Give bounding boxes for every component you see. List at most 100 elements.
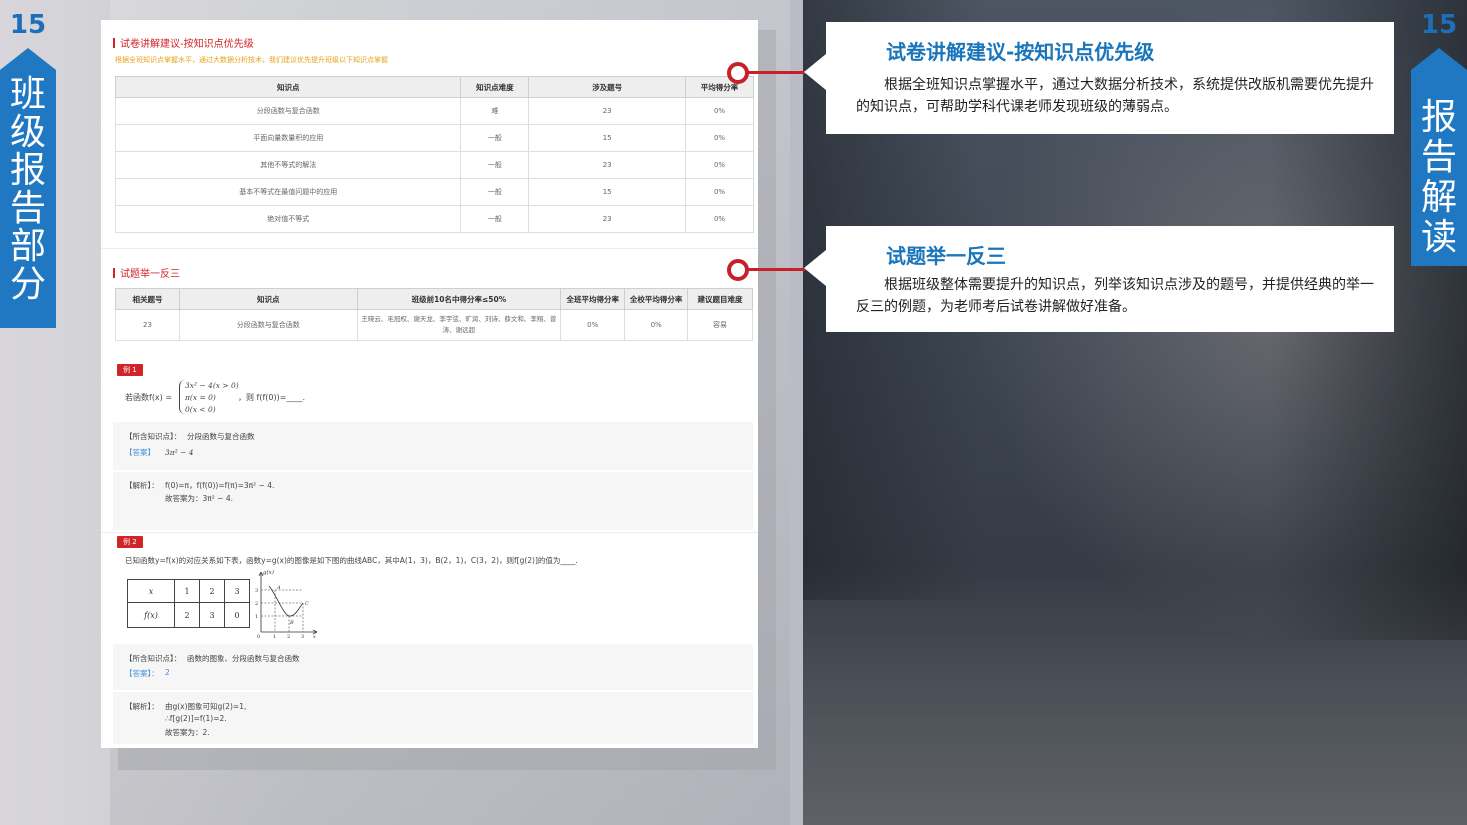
- section1-title: 试卷讲解建议-按知识点优先级: [113, 35, 254, 50]
- example2-tag: 例 2: [117, 536, 143, 548]
- table-header-row: 相关题号 知识点 班级前10名中得分率≤50% 全班平均得分率 全校平均得分率 …: [115, 288, 753, 310]
- callout-arrow: [804, 54, 826, 90]
- table-cell: 0%: [624, 309, 689, 341]
- analysis-line: f(0)=π，f(f(0))=f(π)=3π² − 4.: [165, 481, 275, 490]
- callout-similar-questions: 试题举一反三 根据班级整体需要提升的知识点，列举该知识点涉及的题号，并提供经典的…: [804, 226, 1394, 332]
- table-cell: 23: [528, 151, 687, 179]
- table-cell: 1: [174, 579, 200, 603]
- table-row: 基本不等式在最值问题中的应用 一般 15 0%: [114, 178, 754, 206]
- column-header: 相关题号: [115, 288, 180, 310]
- section2-title: 试题举一反三: [113, 265, 180, 280]
- graph-label: 2: [287, 634, 290, 640]
- table-row: 平面向量数量积的应用 一般 15 0%: [114, 124, 754, 152]
- table-cell: 0%: [560, 309, 626, 341]
- table-cell: 难: [460, 97, 530, 125]
- analysis-line: ∴f[g(2)]=f(1)=2.: [165, 714, 227, 723]
- callout1-marker: [727, 62, 749, 84]
- ribbon-char: 告: [9, 188, 46, 229]
- table-cell: 3: [224, 579, 250, 603]
- column-header: 知识点: [114, 76, 462, 98]
- page-number-right: 15: [1420, 10, 1458, 40]
- graph-label: C: [305, 601, 309, 607]
- callout-text: 根据班级整体需要提升的知识点，列举该知识点涉及的题号，并提供经典的举一反三的例题…: [856, 277, 1374, 315]
- ribbon-char: 班: [9, 74, 46, 115]
- example1-tag: 例 1: [117, 364, 143, 376]
- table-cell: 一般: [460, 151, 530, 179]
- graph-label: 3: [301, 634, 304, 640]
- table-cell: 平面向量数量积的应用: [114, 124, 462, 152]
- knowledge-label: 【所含知识点】：: [125, 654, 182, 663]
- table-cell: 23: [528, 205, 687, 233]
- example1-question-suffix: ，则 f(f(0))=____.: [238, 393, 305, 402]
- column-header: 知识点: [178, 288, 358, 310]
- table-cell: 2: [199, 579, 225, 603]
- column-header: 全班平均得分率: [560, 288, 626, 310]
- analysis-line: 故答案为：2.: [165, 728, 210, 737]
- example-divider: [101, 532, 758, 533]
- table-cell: 其他不等式的解法: [114, 151, 462, 179]
- callout-priority: 试卷讲解建议-按知识点优先级 根据全班知识点掌握水平，通过大数据分析技术，系统提…: [804, 22, 1394, 134]
- table-cell: 容易: [687, 309, 753, 341]
- table-cell: 一般: [460, 205, 530, 233]
- analysis-line: 由g(x)图象可知g(2)=1,: [165, 702, 247, 711]
- case-line: π(x = 0): [185, 393, 216, 402]
- graph-label: x: [313, 634, 316, 640]
- student-names-cell: 王晓云、毛冠权、谢天龙、李宇弦、旷润、刘诗、薛文和、李翔、曾涛、谢远超: [356, 309, 562, 341]
- column-header: 知识点难度: [460, 76, 530, 98]
- table-cell: 0%: [685, 97, 754, 125]
- callout-title: 试卷讲解建议-按知识点优先级: [886, 40, 1155, 64]
- ribbon-char: 部: [9, 226, 46, 267]
- knowledge-label: 【所含知识点】：: [125, 432, 182, 441]
- table-cell: x: [127, 579, 175, 603]
- table-cell: 一般: [460, 124, 530, 152]
- table-row: x 1 2 3: [127, 579, 250, 603]
- table-cell: 23: [115, 309, 180, 341]
- answer-label: 【答案】: [125, 448, 155, 457]
- table-cell: 0%: [685, 178, 754, 206]
- example2-question: 已知函数y=f(x)的对应关系如下表，函数y=g(x)的图像是如下图的曲线ABC…: [125, 556, 578, 565]
- table-cell: 基本不等式在最值问题中的应用: [114, 178, 462, 206]
- callout1-connector: [745, 71, 805, 74]
- example1-cases: 3x² − 4(x > 0) π(x = 0) 0(x < 0): [185, 380, 239, 416]
- analysis-label: 【解析】：: [125, 481, 159, 490]
- table-row: 其他不等式的解法 一般 23 0%: [114, 151, 754, 179]
- graph-label: B: [289, 620, 294, 626]
- section-ribbon-right: 报 告 解 读: [1411, 48, 1467, 266]
- ribbon-char: 解: [1420, 177, 1457, 218]
- section1-subtitle: 根据全班知识点掌握水平，通过大数据分析技术，我们建议优先提升班级以下知识点掌握: [115, 56, 388, 64]
- graph-label: 1: [255, 614, 258, 620]
- table-header-row: 知识点 知识点难度 涉及题号 平均得分率: [114, 76, 754, 98]
- graph-label: 0: [257, 634, 260, 640]
- table-cell: 15: [528, 178, 687, 206]
- table-cell: 绝对值不等式: [114, 205, 462, 233]
- graph-label: g(x): [263, 569, 274, 576]
- table-cell: 2: [174, 602, 200, 628]
- section-divider: [101, 248, 758, 249]
- table-cell: 一般: [460, 178, 530, 206]
- column-header: 全校平均得分率: [624, 288, 689, 310]
- table-row: 分段函数与复合函数 难 23 0%: [114, 97, 754, 125]
- table-cell: 0%: [685, 151, 754, 179]
- case-line: 3x² − 4(x > 0): [185, 381, 239, 390]
- table-row: f(x) 2 3 0: [127, 602, 250, 628]
- table-cell: 0%: [685, 205, 754, 233]
- table-cell: 0%: [685, 124, 754, 152]
- callout2-marker: [727, 259, 749, 281]
- example1-answer-panel: [113, 422, 753, 470]
- ribbon-char: 报: [1420, 97, 1457, 138]
- knowledge-value: 函数的图象、分段函数与复合函数: [187, 654, 300, 663]
- knowledge-priority-table: 知识点 知识点难度 涉及题号 平均得分率 分段函数与复合函数 难 23 0% 平…: [114, 76, 754, 233]
- similar-questions-table: 相关题号 知识点 班级前10名中得分率≤50% 全班平均得分率 全校平均得分率 …: [115, 288, 753, 341]
- example2-answer-panel: [113, 644, 753, 690]
- example2-graph: g(x) 3 2 1 0 1 2 3 x A B C: [255, 569, 318, 640]
- page-number-left: 15: [9, 10, 47, 40]
- graph-label: A: [276, 585, 281, 591]
- example1-question-prefix: 若函数f(x) =: [125, 393, 173, 402]
- callout-arrow: [804, 250, 826, 286]
- table-row: 绝对值不等式 一般 23 0%: [114, 205, 754, 233]
- table-cell: 0: [224, 602, 250, 628]
- table-cell: 分段函数与复合函数: [178, 309, 358, 341]
- analysis-line: 故答案为：3π² − 4.: [165, 494, 234, 503]
- report-document: 试卷讲解建议-按知识点优先级 根据全班知识点掌握水平，通过大数据分析技术，我们建…: [101, 20, 758, 748]
- column-header: 涉及题号: [528, 76, 687, 98]
